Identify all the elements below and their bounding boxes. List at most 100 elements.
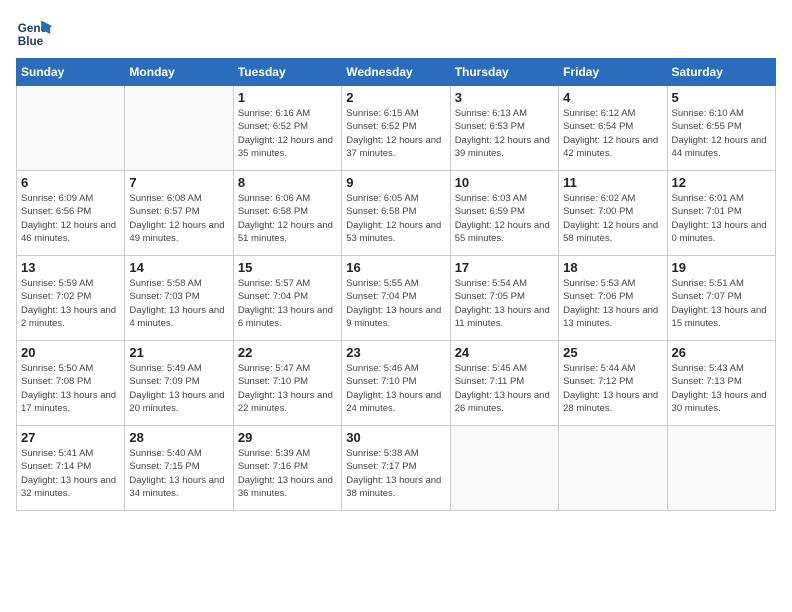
day-info: Sunrise: 5:45 AM Sunset: 7:11 PM Dayligh… — [455, 362, 554, 415]
day-info: Sunrise: 5:46 AM Sunset: 7:10 PM Dayligh… — [346, 362, 445, 415]
day-info: Sunrise: 5:49 AM Sunset: 7:09 PM Dayligh… — [129, 362, 228, 415]
week-row-1: 1Sunrise: 6:16 AM Sunset: 6:52 PM Daylig… — [17, 86, 776, 171]
calendar-cell: 4 Sunrise: 6:12 AM Sunset: 6:54 PM Daylig… — [559, 86, 667, 171]
calendar-cell: 30 Sunrise: 5:38 AM Sunset: 7:17 PM Dayli… — [342, 426, 450, 511]
day-info: Sunrise: 5:41 AM Sunset: 7:14 PM Dayligh… — [21, 447, 120, 500]
calendar-cell: 19 Sunrise: 5:51 AM Sunset: 7:07 PM Dayli… — [667, 256, 775, 341]
day-info: Sunrise: 6:06 AM Sunset: 6:58 PM Dayligh… — [238, 192, 337, 245]
day-info: Sunrise: 5:59 AM Sunset: 7:02 PM Dayligh… — [21, 277, 120, 330]
week-row-4: 20 Sunrise: 5:50 AM Sunset: 7:08 PM Dayli… — [17, 341, 776, 426]
day-number: 30 — [346, 430, 445, 445]
calendar-cell: 8 Sunrise: 6:06 AM Sunset: 6:58 PM Daylig… — [233, 171, 341, 256]
calendar-cell: 27 Sunrise: 5:41 AM Sunset: 7:14 PM Dayli… — [17, 426, 125, 511]
header-tuesday: Tuesday — [233, 59, 341, 86]
day-info: Sunrise: 5:58 AM Sunset: 7:03 PM Dayligh… — [129, 277, 228, 330]
week-row-2: 6 Sunrise: 6:09 AM Sunset: 6:56 PM Daylig… — [17, 171, 776, 256]
day-number: 6 — [21, 175, 120, 190]
calendar-cell: 13 Sunrise: 5:59 AM Sunset: 7:02 PM Dayli… — [17, 256, 125, 341]
header-monday: Monday — [125, 59, 233, 86]
calendar-cell: 26 Sunrise: 5:43 AM Sunset: 7:13 PM Dayli… — [667, 341, 775, 426]
header: General Blue — [16, 16, 776, 52]
day-info: Sunrise: 5:47 AM Sunset: 7:10 PM Dayligh… — [238, 362, 337, 415]
day-info: Sunrise: 6:09 AM Sunset: 6:56 PM Dayligh… — [21, 192, 120, 245]
day-number: 12 — [672, 175, 771, 190]
day-number: 15 — [238, 260, 337, 275]
header-wednesday: Wednesday — [342, 59, 450, 86]
day-info: Sunrise: 5:54 AM Sunset: 7:05 PM Dayligh… — [455, 277, 554, 330]
header-saturday: Saturday — [667, 59, 775, 86]
calendar-cell: 22 Sunrise: 5:47 AM Sunset: 7:10 PM Dayli… — [233, 341, 341, 426]
day-info: Sunrise: 5:53 AM Sunset: 7:06 PM Dayligh… — [563, 277, 662, 330]
day-info: Sunrise: 5:55 AM Sunset: 7:04 PM Dayligh… — [346, 277, 445, 330]
calendar-cell: 9 Sunrise: 6:05 AM Sunset: 6:58 PM Daylig… — [342, 171, 450, 256]
day-info: Sunrise: 5:43 AM Sunset: 7:13 PM Dayligh… — [672, 362, 771, 415]
day-number: 26 — [672, 345, 771, 360]
calendar-cell: 28 Sunrise: 5:40 AM Sunset: 7:15 PM Dayli… — [125, 426, 233, 511]
day-number: 10 — [455, 175, 554, 190]
calendar-cell: 17 Sunrise: 5:54 AM Sunset: 7:05 PM Dayli… — [450, 256, 558, 341]
day-info: Sunrise: 6:10 AM Sunset: 6:55 PM Dayligh… — [672, 107, 771, 160]
calendar-cell: 21 Sunrise: 5:49 AM Sunset: 7:09 PM Dayli… — [125, 341, 233, 426]
calendar-cell: 2 Sunrise: 6:15 AM Sunset: 6:52 PM Daylig… — [342, 86, 450, 171]
day-number: 18 — [563, 260, 662, 275]
day-info: Sunrise: 5:44 AM Sunset: 7:12 PM Dayligh… — [563, 362, 662, 415]
day-number: 21 — [129, 345, 228, 360]
calendar-cell: 24 Sunrise: 5:45 AM Sunset: 7:11 PM Dayli… — [450, 341, 558, 426]
day-number: 20 — [21, 345, 120, 360]
day-number: 2 — [346, 90, 445, 105]
calendar-cell: 5 Sunrise: 6:10 AM Sunset: 6:55 PM Daylig… — [667, 86, 775, 171]
header-friday: Friday — [559, 59, 667, 86]
calendar-cell: 25 Sunrise: 5:44 AM Sunset: 7:12 PM Dayli… — [559, 341, 667, 426]
day-info: Sunrise: 5:40 AM Sunset: 7:15 PM Dayligh… — [129, 447, 228, 500]
day-info: Sunrise: 5:50 AM Sunset: 7:08 PM Dayligh… — [21, 362, 120, 415]
day-number: 29 — [238, 430, 337, 445]
day-info: Sunrise: 6:13 AM Sunset: 6:53 PM Dayligh… — [455, 107, 554, 160]
day-number: 17 — [455, 260, 554, 275]
calendar-cell: 16 Sunrise: 5:55 AM Sunset: 7:04 PM Dayli… — [342, 256, 450, 341]
calendar-cell — [450, 426, 558, 511]
calendar-cell: 1Sunrise: 6:16 AM Sunset: 6:52 PM Daylig… — [233, 86, 341, 171]
calendar-cell — [125, 86, 233, 171]
day-info: Sunrise: 5:39 AM Sunset: 7:16 PM Dayligh… — [238, 447, 337, 500]
day-info: Sunrise: 6:03 AM Sunset: 6:59 PM Dayligh… — [455, 192, 554, 245]
day-number: 7 — [129, 175, 228, 190]
day-info: Sunrise: 6:02 AM Sunset: 7:00 PM Dayligh… — [563, 192, 662, 245]
calendar-cell — [17, 86, 125, 171]
day-number: 9 — [346, 175, 445, 190]
day-number: 27 — [21, 430, 120, 445]
calendar-cell: 20 Sunrise: 5:50 AM Sunset: 7:08 PM Dayli… — [17, 341, 125, 426]
day-number: 4 — [563, 90, 662, 105]
calendar-cell: 10 Sunrise: 6:03 AM Sunset: 6:59 PM Dayli… — [450, 171, 558, 256]
day-info: Sunrise: 6:15 AM Sunset: 6:52 PM Dayligh… — [346, 107, 445, 160]
calendar-cell: 14Sunrise: 5:58 AM Sunset: 7:03 PM Dayli… — [125, 256, 233, 341]
calendar-cell: 29 Sunrise: 5:39 AM Sunset: 7:16 PM Dayli… — [233, 426, 341, 511]
calendar-header-row: SundayMondayTuesdayWednesdayThursdayFrid… — [17, 59, 776, 86]
day-number: 22 — [238, 345, 337, 360]
day-number: 24 — [455, 345, 554, 360]
calendar-cell: 3 Sunrise: 6:13 AM Sunset: 6:53 PM Daylig… — [450, 86, 558, 171]
header-sunday: Sunday — [17, 59, 125, 86]
calendar-cell — [667, 426, 775, 511]
week-row-3: 13 Sunrise: 5:59 AM Sunset: 7:02 PM Dayli… — [17, 256, 776, 341]
day-info: Sunrise: 6:16 AM Sunset: 6:52 PM Dayligh… — [238, 107, 337, 160]
calendar-cell: 12 Sunrise: 6:01 AM Sunset: 7:01 PM Dayli… — [667, 171, 775, 256]
day-number: 25 — [563, 345, 662, 360]
logo: General Blue — [16, 16, 58, 52]
day-info: Sunrise: 6:05 AM Sunset: 6:58 PM Dayligh… — [346, 192, 445, 245]
day-info: Sunrise: 5:38 AM Sunset: 7:17 PM Dayligh… — [346, 447, 445, 500]
day-number: 3 — [455, 90, 554, 105]
day-info: Sunrise: 5:51 AM Sunset: 7:07 PM Dayligh… — [672, 277, 771, 330]
calendar-cell: 18 Sunrise: 5:53 AM Sunset: 7:06 PM Dayli… — [559, 256, 667, 341]
day-number: 8 — [238, 175, 337, 190]
day-number: 19 — [672, 260, 771, 275]
day-info: Sunrise: 6:12 AM Sunset: 6:54 PM Dayligh… — [563, 107, 662, 160]
day-number: 16 — [346, 260, 445, 275]
day-info: Sunrise: 5:57 AM Sunset: 7:04 PM Dayligh… — [238, 277, 337, 330]
day-number: 13 — [21, 260, 120, 275]
calendar-cell: 23Sunrise: 5:46 AM Sunset: 7:10 PM Dayli… — [342, 341, 450, 426]
day-info: Sunrise: 6:01 AM Sunset: 7:01 PM Dayligh… — [672, 192, 771, 245]
calendar-cell: 11Sunrise: 6:02 AM Sunset: 7:00 PM Dayli… — [559, 171, 667, 256]
day-number: 28 — [129, 430, 228, 445]
svg-text:Blue: Blue — [18, 35, 44, 48]
day-number: 5 — [672, 90, 771, 105]
